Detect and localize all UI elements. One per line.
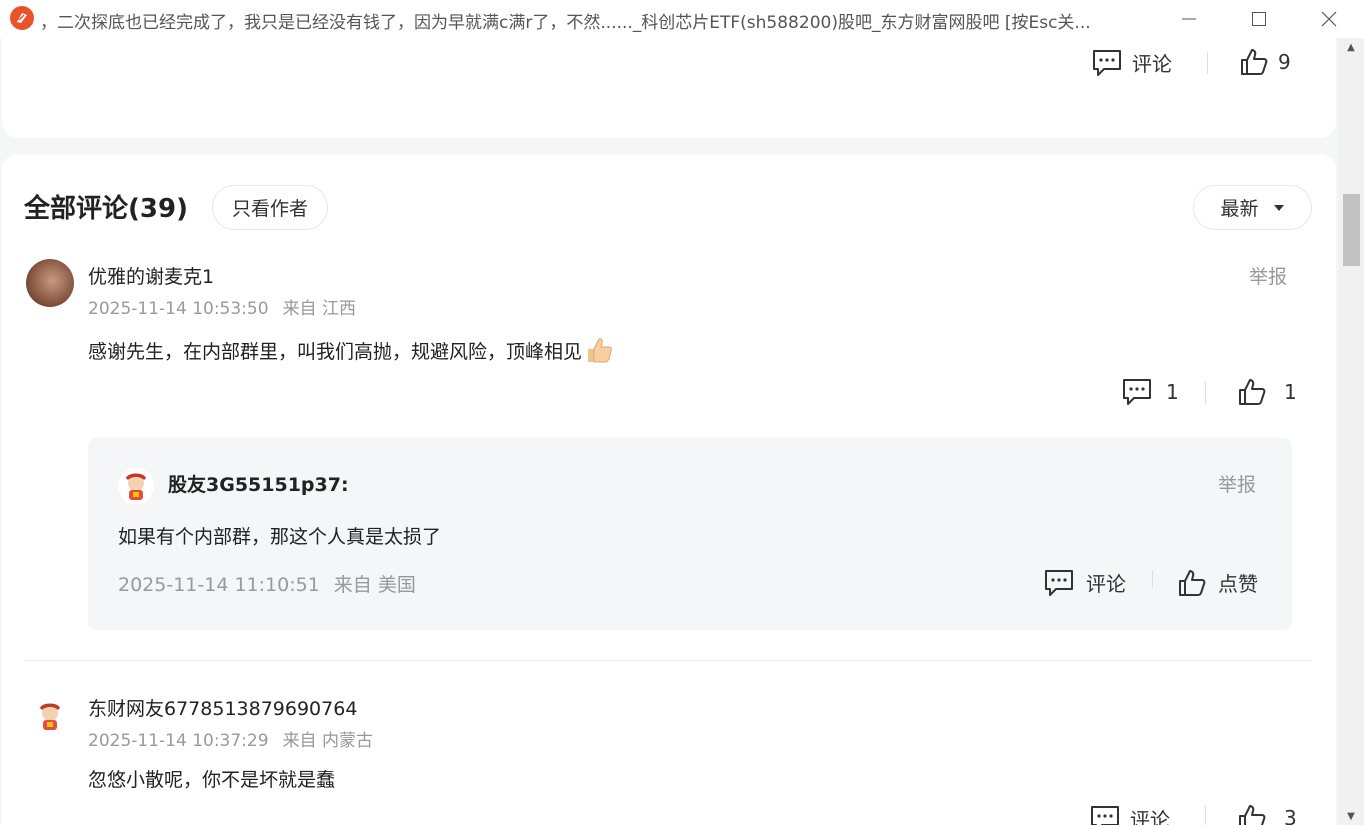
like-count: 1 (1284, 380, 1297, 404)
thumbs-up-icon (1179, 569, 1206, 596)
comment-label: 评论 (1132, 52, 1172, 76)
scroll-down-arrow-icon[interactable]: ▼ (1338, 807, 1364, 825)
page-viewport: 评论 9 全部评论(39) 只看作者 最新 优雅的谢麦克1 2025-11-14… (0, 38, 1338, 825)
reply-like-button[interactable]: 点赞 (1178, 568, 1258, 597)
comment-icon (1093, 49, 1121, 76)
avatar[interactable] (32, 698, 68, 734)
report-button[interactable]: 举报 (1218, 470, 1256, 497)
reply-comment-button[interactable]: 评论 (1044, 568, 1126, 597)
comment-time: 2025-11-14 10:37:29 (88, 731, 269, 751)
comment-icon (1091, 805, 1119, 825)
action-divider (1205, 382, 1206, 404)
reply-location: 来自 美国 (333, 574, 416, 596)
reply-meta: 2025-11-14 11:10:51 来自 美国 (118, 570, 416, 597)
thumbs-up-emoji-icon (584, 335, 614, 370)
comment-content: 忽悠小散呢，你不是坏就是蠢 (88, 769, 336, 791)
thumbs-up-icon (1241, 49, 1268, 75)
thumbs-up-icon (1239, 805, 1266, 825)
maximize-button[interactable] (1236, 0, 1282, 38)
sort-dropdown[interactable]: 最新 (1193, 185, 1312, 230)
report-button[interactable]: 举报 (1249, 262, 1287, 289)
reply-comment-label: 评论 (1086, 572, 1126, 596)
action-divider (1207, 52, 1208, 74)
comment-count: 1 (1166, 380, 1179, 404)
comment-reply-button[interactable]: 评论 (1090, 804, 1170, 825)
post-card: 评论 9 (2, 38, 1336, 138)
comment-location: 来自 内蒙古 (282, 731, 373, 751)
post-like-button[interactable]: 9 (1240, 48, 1291, 76)
thumbs-up-icon (1239, 379, 1266, 405)
scroll-up-arrow-icon[interactable]: ▲ (1338, 38, 1364, 56)
sort-label: 最新 (1220, 198, 1259, 220)
avatar[interactable] (26, 259, 74, 307)
reply-time: 2025-11-14 11:10:51 (118, 574, 320, 596)
app-logo-icon (10, 6, 34, 30)
comment-reply-button[interactable]: 1 (1122, 378, 1179, 406)
avatar[interactable] (118, 468, 154, 504)
reply-username[interactable]: 股友3G55151p37: (168, 470, 349, 497)
title-bar: ，二次探底也已经完成了，我只是已经没有钱了，因为早就满c满r了，不然......… (0, 0, 1364, 38)
reply-like-label: 点赞 (1218, 572, 1258, 596)
comment-text: 感谢先生，在内部群里，叫我们高抛，规避风险，顶峰相见 (88, 341, 583, 363)
minimize-button[interactable] (1166, 0, 1212, 38)
comment-divider (24, 660, 1312, 661)
comments-title: 全部评论(39) (24, 194, 188, 224)
comment-icon (1045, 569, 1073, 596)
vertical-scrollbar[interactable]: ▲ ▼ (1338, 38, 1364, 825)
window-title: ，二次探底也已经完成了，我只是已经没有钱了，因为早就满c满r了，不然......… (40, 13, 1091, 33)
close-button[interactable] (1306, 0, 1352, 38)
comment-meta: 2025-11-14 10:37:29 来自 内蒙古 (88, 726, 373, 751)
comment-like-button[interactable]: 1 (1238, 378, 1297, 406)
comment-like-button[interactable]: 3 (1238, 804, 1297, 825)
scroll-thumb[interactable] (1343, 194, 1360, 266)
comment-location: 来自 江西 (282, 299, 356, 319)
action-divider (1205, 806, 1206, 825)
comment-username[interactable]: 东财网友6778513879690764 (88, 694, 357, 721)
comment-username[interactable]: 优雅的谢麦克1 (88, 262, 214, 289)
caret-down-icon (1273, 204, 1284, 211)
reply-content: 如果有个内部群，那这个人真是太损了 (118, 526, 442, 548)
comment-icon (1123, 379, 1151, 405)
author-only-button[interactable]: 只看作者 (212, 185, 328, 230)
post-comment-button[interactable]: 评论 (1092, 48, 1172, 77)
comment-content: 感谢先生，在内部群里，叫我们高抛，规避风险，顶峰相见 (88, 335, 614, 370)
action-divider (1152, 570, 1153, 588)
reply-box: 股友3G55151p37: 举报 如果有个内部群，那这个人真是太损了 2025-… (88, 438, 1292, 630)
comment-label: 评论 (1130, 808, 1170, 825)
comment-meta: 2025-11-14 10:53:50 来自 江西 (88, 294, 356, 319)
like-count: 3 (1284, 806, 1297, 825)
like-count: 9 (1278, 50, 1291, 74)
comment-time: 2025-11-14 10:53:50 (88, 299, 269, 319)
